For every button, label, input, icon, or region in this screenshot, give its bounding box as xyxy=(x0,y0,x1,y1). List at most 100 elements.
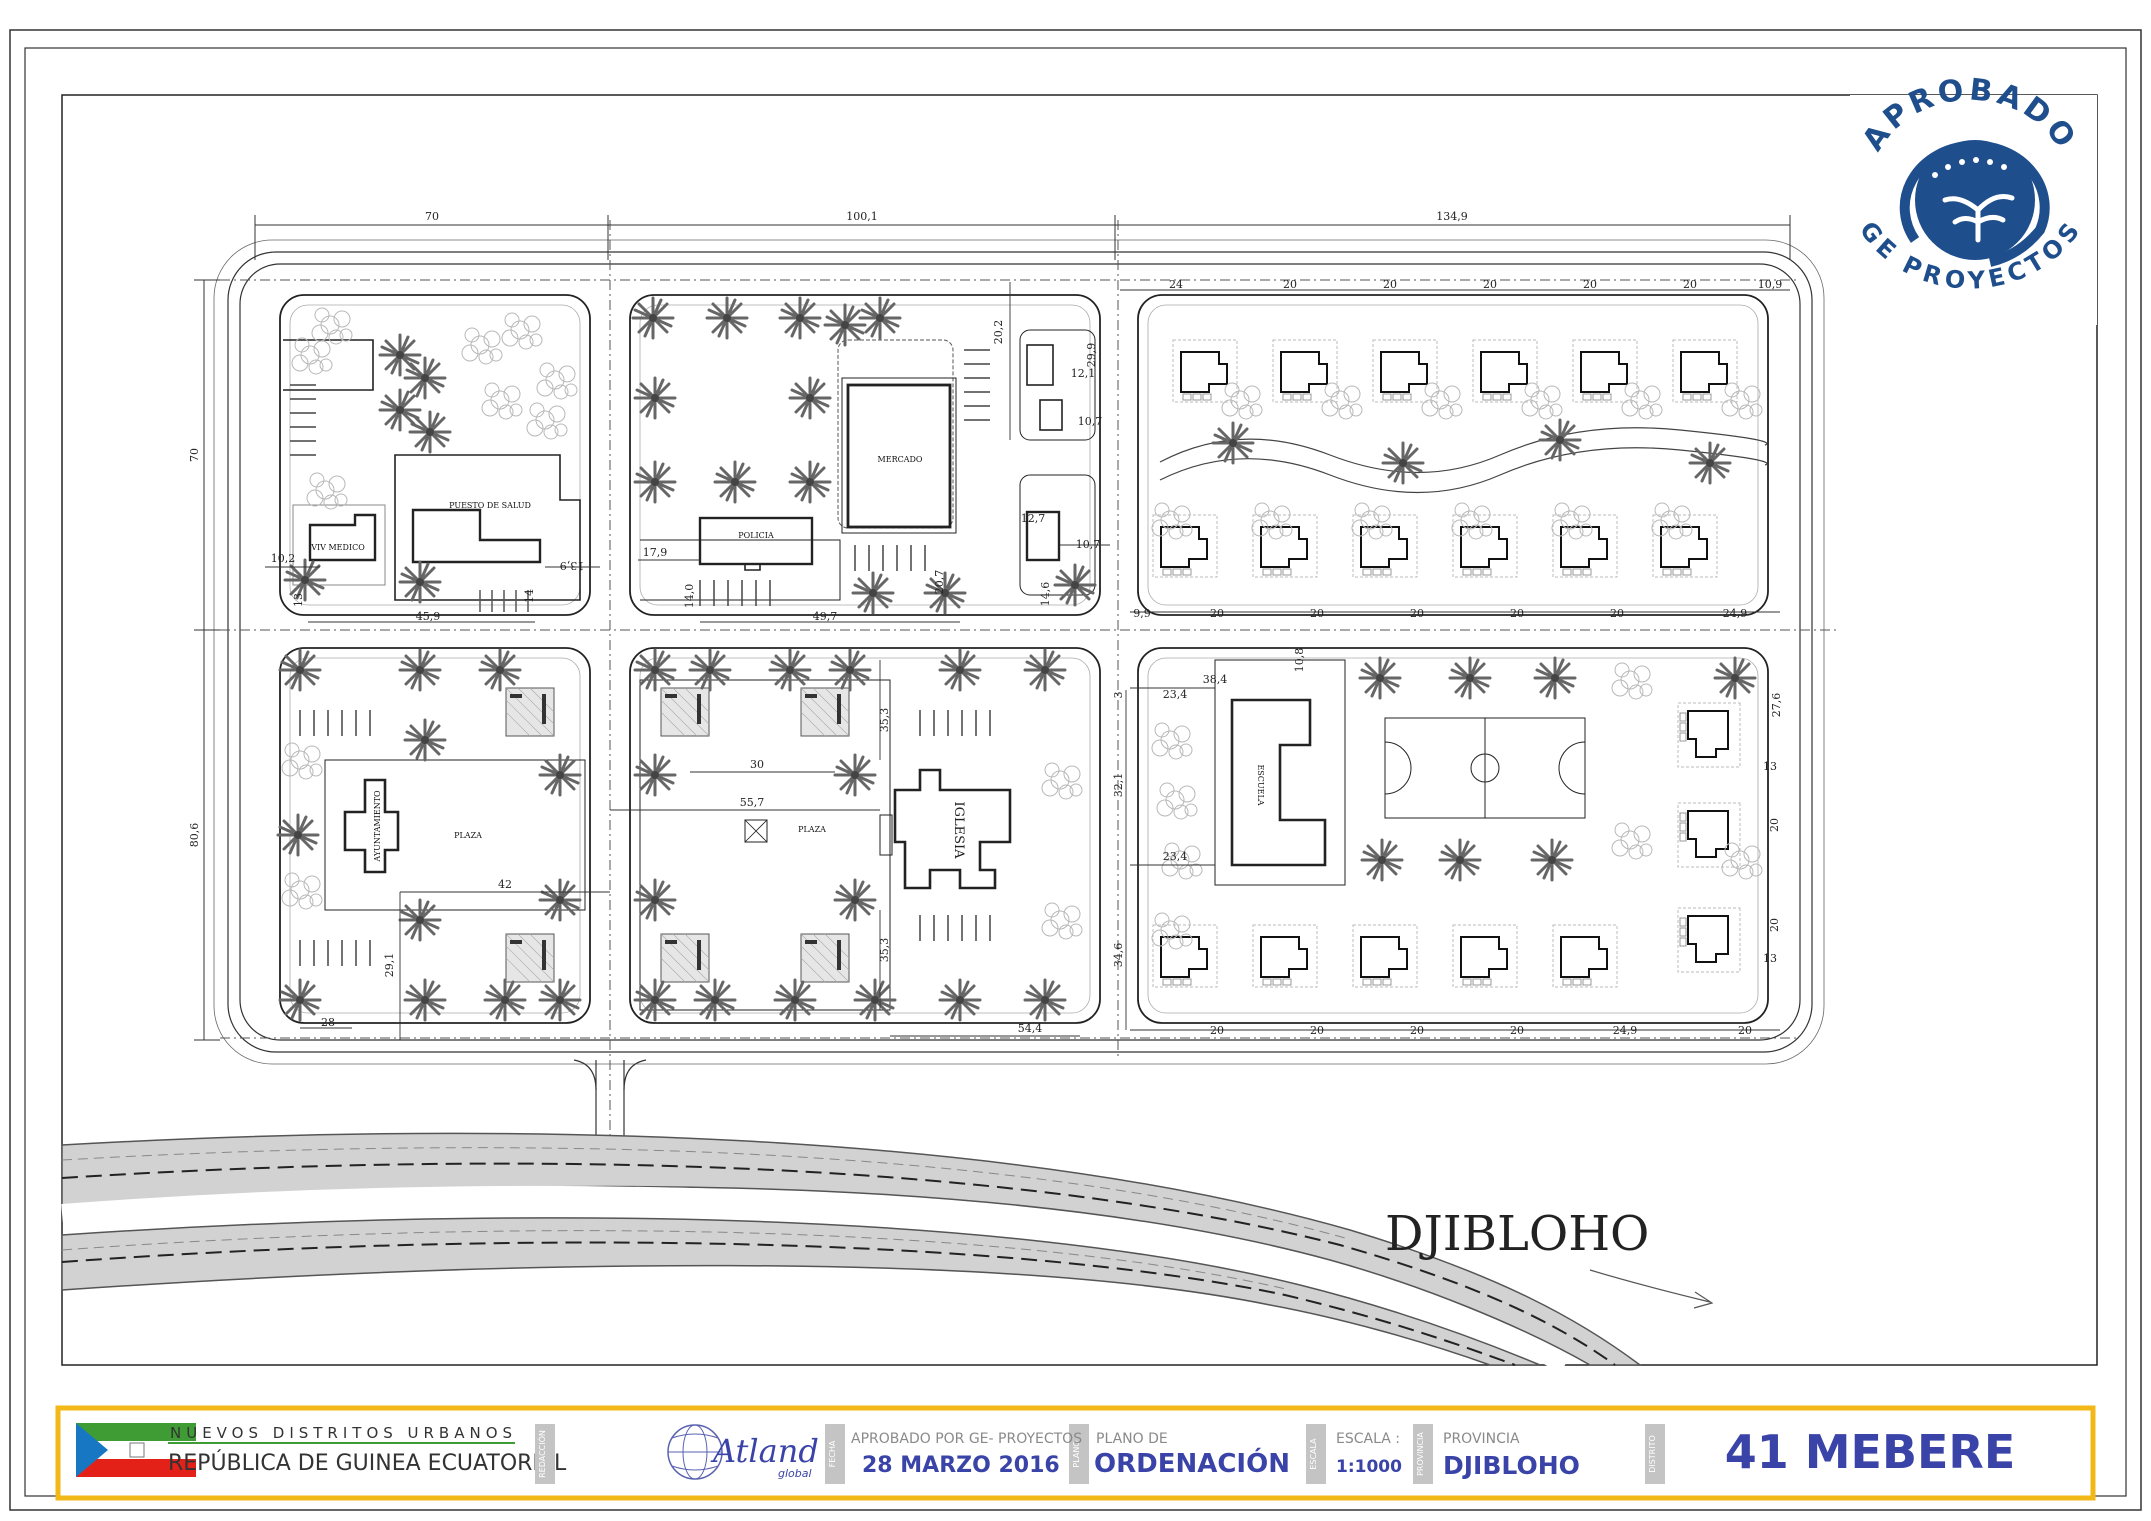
dim: 20,2 xyxy=(992,320,1005,345)
palm xyxy=(1530,838,1574,882)
palm xyxy=(1448,656,1492,700)
label-school: ESCUELA xyxy=(1256,764,1265,805)
palm xyxy=(1688,441,1732,485)
dim: 20 xyxy=(1283,278,1297,291)
palm xyxy=(833,878,877,922)
dim: 20 xyxy=(1383,278,1397,291)
scale-label: ESCALA : xyxy=(1336,1431,1400,1447)
bush xyxy=(526,402,568,440)
palm xyxy=(851,571,895,615)
dim: 20 xyxy=(1768,918,1781,932)
title-block: NUEVOS DISTRITOS URBANOS REPÚBLICA DE GU… xyxy=(55,1405,2096,1501)
palm xyxy=(705,296,749,340)
dim: 24,9 xyxy=(1613,1024,1638,1037)
palm xyxy=(1533,656,1577,700)
palm xyxy=(823,303,867,347)
dim: 10,7 xyxy=(1076,538,1101,551)
dim: 20 xyxy=(1410,1024,1424,1037)
palm xyxy=(833,753,877,797)
program-title: NUEVOS DISTRITOS URBANOS xyxy=(170,1424,517,1442)
firm-sub: global xyxy=(778,1467,812,1480)
dim: 28 xyxy=(321,1016,335,1029)
palm xyxy=(398,898,442,942)
palm xyxy=(633,376,677,420)
palm xyxy=(1023,978,1067,1022)
dim: 9,9 xyxy=(1133,607,1151,620)
palm xyxy=(693,978,737,1022)
dim: 20 xyxy=(1510,1024,1524,1037)
kiosk xyxy=(800,687,850,737)
dim: 17,9 xyxy=(643,546,668,559)
parking-block2b xyxy=(963,349,991,421)
house xyxy=(1172,339,1238,403)
dim: 49,7 xyxy=(813,610,838,623)
dim: 29,1 xyxy=(383,953,396,978)
scale-value: 1:1000 xyxy=(1336,1457,1402,1477)
house xyxy=(1677,802,1741,868)
dim-left-80: 80,6 xyxy=(188,823,201,848)
tab-provincia: PROVINCIA xyxy=(1416,1432,1425,1476)
approved-by-label: APROBADO POR GE- PROYECTOS xyxy=(851,1431,1082,1447)
dim: 20 xyxy=(1583,278,1597,291)
dim: 32,1 xyxy=(1112,773,1125,798)
palm xyxy=(403,718,447,762)
palm xyxy=(278,978,322,1022)
palm xyxy=(633,878,677,922)
palm xyxy=(1023,648,1067,692)
house xyxy=(1272,339,1338,403)
bush xyxy=(1041,762,1083,800)
house xyxy=(1472,339,1538,403)
palm xyxy=(858,296,902,340)
label-plaza-left: PLAZA xyxy=(454,831,482,840)
house xyxy=(1552,924,1618,988)
kiosk xyxy=(660,933,710,983)
dim-top-70: 70 xyxy=(425,210,439,223)
plan-of-label: PLANO DE xyxy=(1096,1431,1168,1447)
bush xyxy=(1156,782,1198,820)
bush xyxy=(281,872,323,910)
bush xyxy=(1611,822,1653,860)
tab-distrito: DISTRITO xyxy=(1648,1435,1657,1473)
bush xyxy=(1421,382,1463,420)
label-church: IGLESIA xyxy=(951,801,966,859)
dim: 10,8 xyxy=(1293,648,1306,673)
bush xyxy=(1041,902,1083,940)
firm-name: Atland xyxy=(710,1432,819,1470)
palm xyxy=(778,296,822,340)
tab-fecha: FECHA xyxy=(828,1440,837,1467)
palm xyxy=(403,978,447,1022)
dim: 12,1 xyxy=(1071,367,1096,380)
palm xyxy=(1358,656,1402,700)
dim: 3 xyxy=(1112,692,1125,699)
palm xyxy=(768,648,812,692)
dim: 42 xyxy=(498,878,512,891)
tab-escala: ESCALA xyxy=(1309,1438,1318,1470)
dim: 35,3 xyxy=(878,938,891,963)
bush xyxy=(1221,382,1263,420)
bush xyxy=(291,337,333,375)
dim: 20 xyxy=(1610,607,1624,620)
dim: 20 xyxy=(1410,607,1424,620)
dim: 27,6 xyxy=(1770,693,1783,718)
palm xyxy=(403,356,447,400)
label-doctor-house: VIV MEDICO xyxy=(310,543,365,552)
label-health: PUESTO DE SALUD xyxy=(449,501,531,510)
dim: 10,7 xyxy=(1078,415,1103,428)
plan-sheet: 70 100,1 134,9 70 80,6 PUESTO DE SALUD V… xyxy=(9,29,2142,1511)
dim: 20 xyxy=(1510,607,1524,620)
bush xyxy=(461,327,503,365)
palm xyxy=(633,753,677,797)
dim: 20 xyxy=(1310,1024,1324,1037)
dim: 54,4 xyxy=(1018,1022,1043,1035)
plan-type: ORDENACIÓN xyxy=(1094,1447,1290,1479)
district-name: 41 MEBERE xyxy=(1725,1425,2016,1479)
palm xyxy=(938,648,982,692)
bush xyxy=(1151,722,1193,760)
bush xyxy=(1521,382,1563,420)
dim-top-134: 134,9 xyxy=(1436,210,1468,223)
dim: 23,4 xyxy=(1163,850,1188,863)
palm xyxy=(283,558,327,602)
parking-block5b xyxy=(919,914,991,942)
dim: 30 xyxy=(750,758,764,771)
dim: 20 xyxy=(1310,607,1324,620)
